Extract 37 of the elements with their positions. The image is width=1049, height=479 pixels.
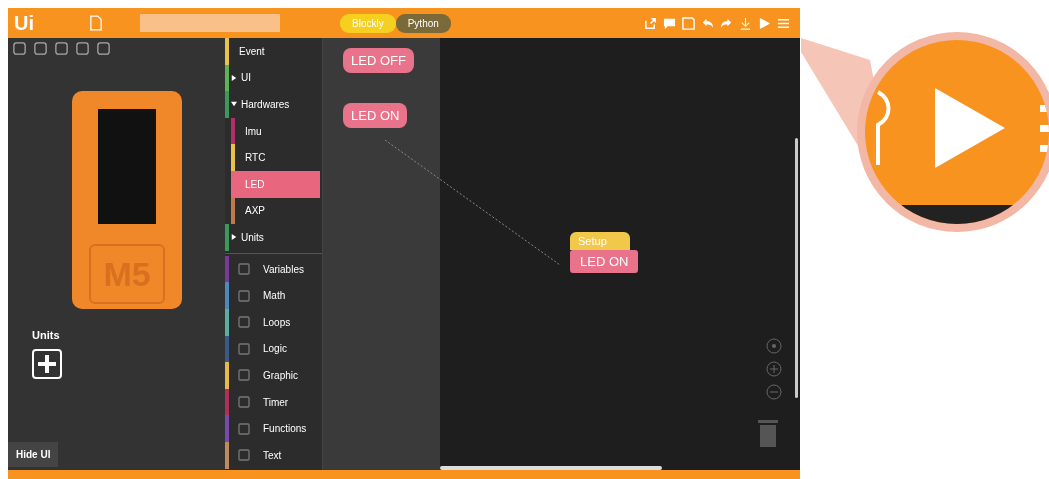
category-icon: [237, 395, 251, 409]
tool-icon[interactable]: [12, 41, 27, 56]
project-name-field[interactable]: [140, 14, 280, 32]
scrollbar[interactable]: [795, 138, 798, 398]
tool-icon[interactable]: [96, 41, 111, 56]
chat-icon[interactable]: [663, 16, 676, 30]
category-icon: [237, 421, 251, 436]
menu-icon[interactable]: [777, 16, 790, 30]
zoom-in-icon[interactable]: [766, 361, 782, 377]
app-logo: Ui: [14, 11, 34, 35]
category-icon: [237, 288, 251, 303]
caret-down-icon: [231, 101, 237, 108]
scrollbar[interactable]: [440, 466, 662, 470]
category-icon: [237, 341, 251, 356]
category-icon: [237, 448, 251, 463]
download-icon[interactable]: [739, 16, 752, 30]
play-icon[interactable]: [758, 16, 771, 30]
caret-right-icon: [231, 234, 237, 241]
save-icon[interactable]: [682, 16, 695, 30]
trash-icon[interactable]: [758, 418, 778, 448]
undo-icon[interactable]: [701, 16, 714, 30]
redo-icon[interactable]: [720, 16, 733, 30]
share-icon[interactable]: [644, 16, 657, 30]
tool-icon[interactable]: [75, 41, 90, 56]
mode-tab[interactable]: Python: [395, 13, 451, 33]
tool-icon[interactable]: [54, 41, 69, 56]
file-icon[interactable]: [90, 15, 102, 31]
zoom-out-icon[interactable]: [766, 384, 782, 400]
zoom-center-icon[interactable]: [766, 338, 782, 354]
units-label: Units: [32, 329, 60, 341]
hide-ui-button[interactable]: Hide UI: [8, 442, 59, 467]
category-icon: [237, 368, 251, 383]
category-icon: [237, 315, 251, 330]
category-icon: [237, 262, 251, 277]
add-icon[interactable]: [32, 349, 62, 379]
tool-icon[interactable]: [33, 41, 48, 56]
caret-right-icon: [231, 74, 237, 81]
